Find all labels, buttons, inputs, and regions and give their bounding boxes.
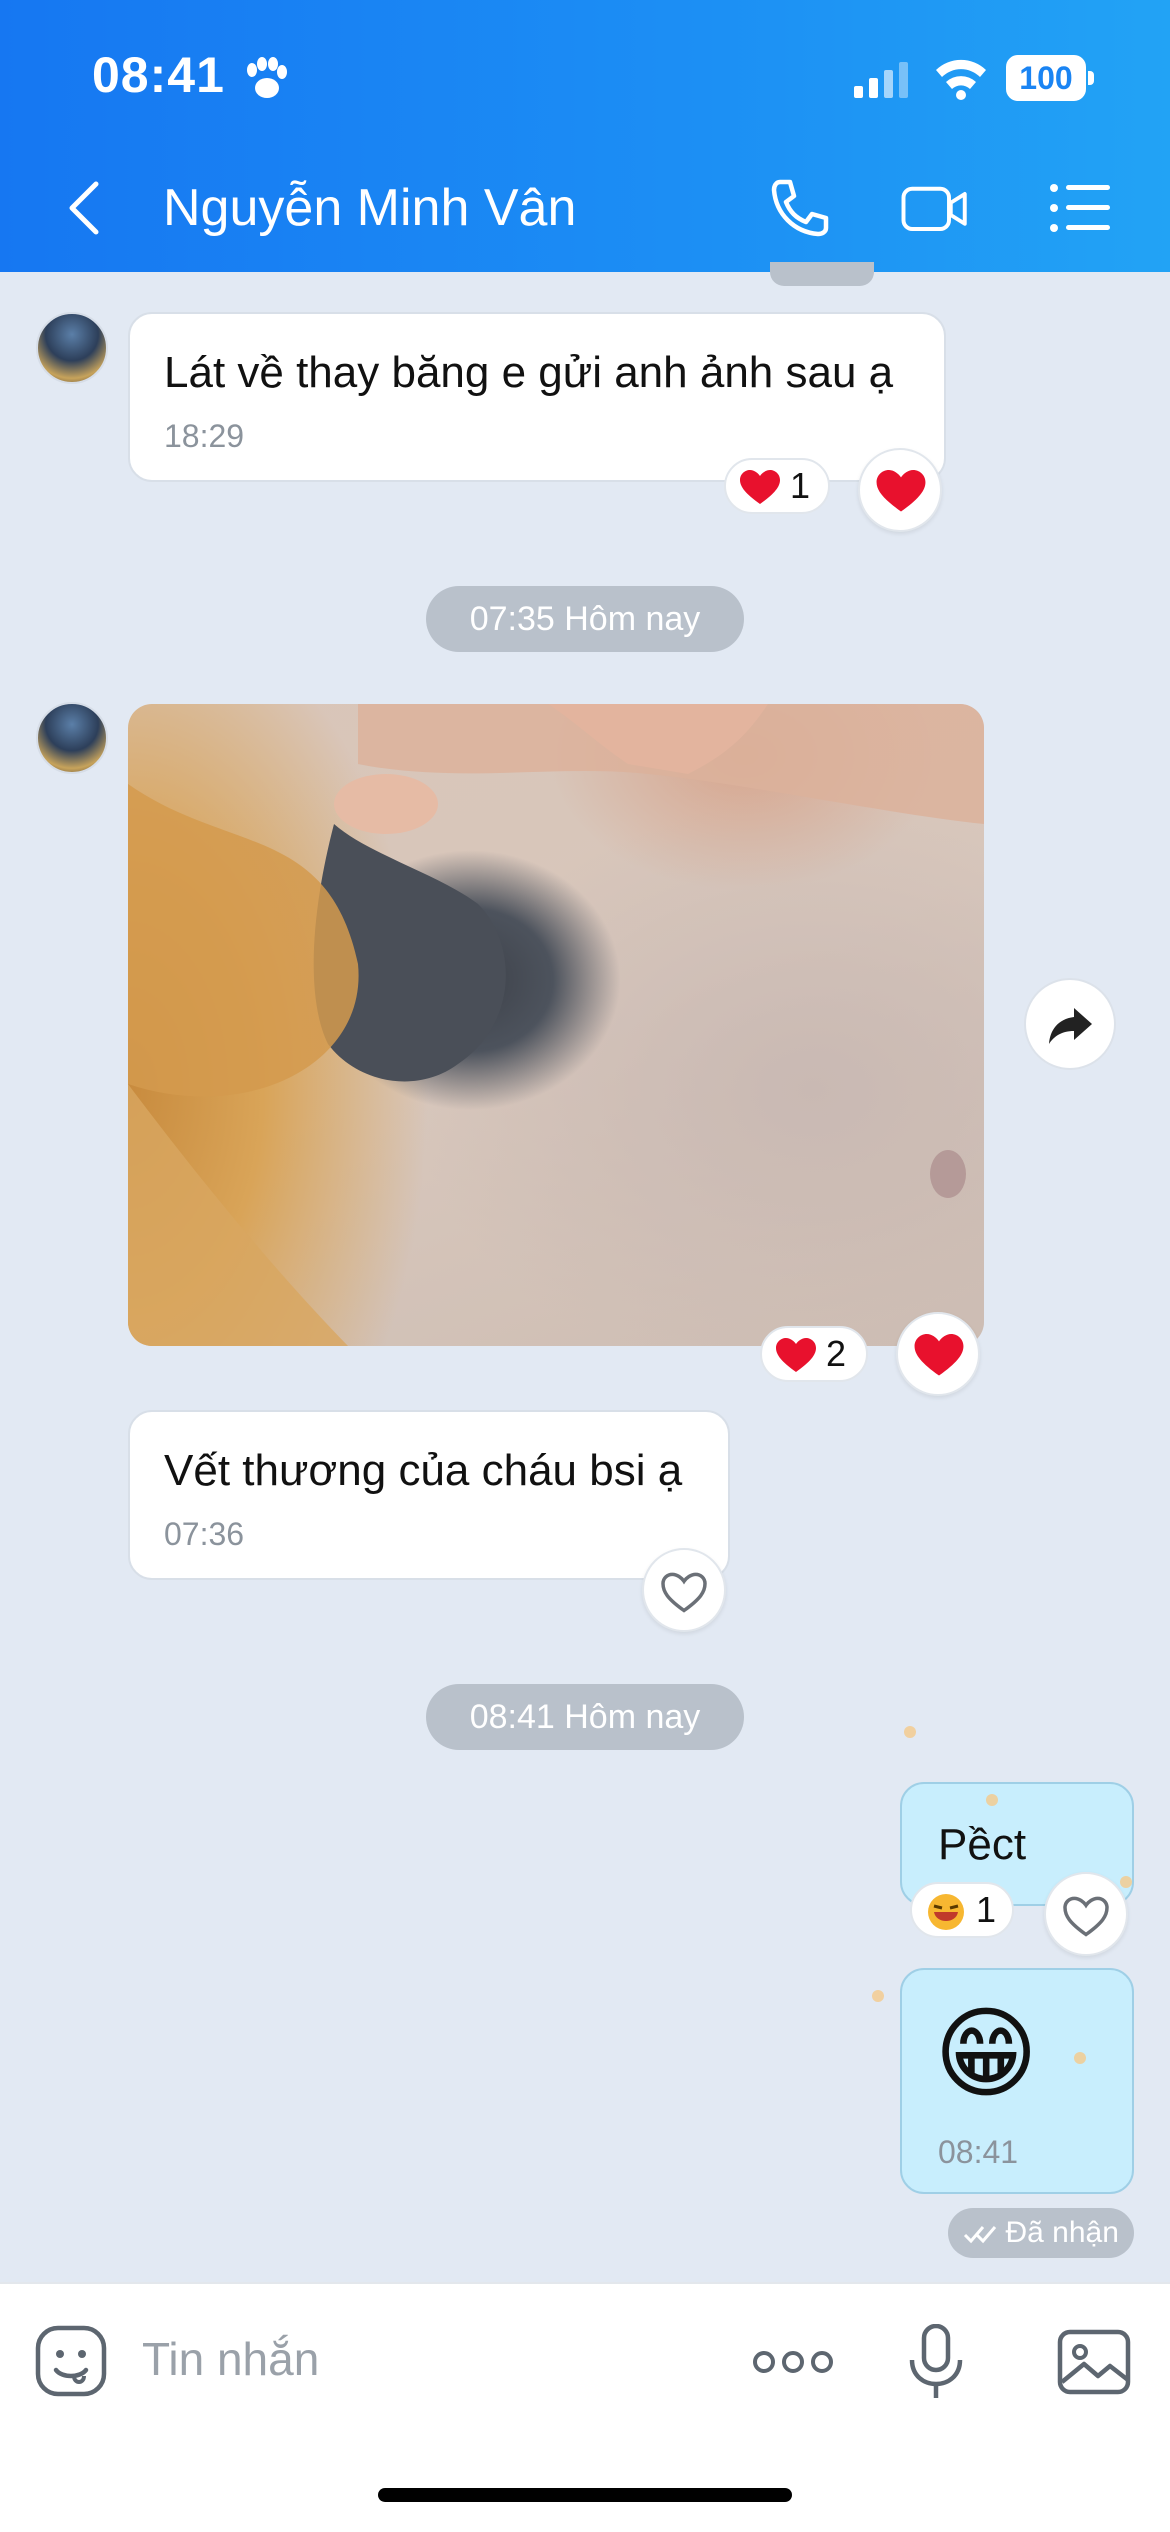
- confetti: [1074, 2052, 1086, 2064]
- react-button[interactable]: [858, 448, 942, 532]
- home-indicator[interactable]: [378, 2488, 792, 2502]
- paw-icon: [247, 57, 287, 98]
- delivery-status: Đã nhận: [948, 2208, 1134, 2258]
- back-icon[interactable]: [60, 178, 110, 238]
- heart-icon: [740, 470, 780, 505]
- delivery-status-label: Đã nhận: [1005, 2216, 1119, 2249]
- forward-arrow-icon: [1049, 1008, 1092, 1044]
- message-list[interactable]: Lát về thay băng e gửi anh ảnh sau ạ 18:…: [0, 262, 1170, 2282]
- message-text: Pềct: [938, 1820, 1027, 1869]
- emoji-message: 😁: [934, 1998, 1039, 2110]
- reaction-summary[interactable]: 1: [724, 458, 830, 514]
- contact-avatar[interactable]: [36, 702, 108, 774]
- time-pill-partial: [770, 262, 874, 286]
- message-bubble[interactable]: Vết thương của cháu bsi ạ 07:36: [128, 1410, 730, 1580]
- heart-icon: [914, 1334, 964, 1376]
- date-separator: 08:41 Hôm nay: [426, 1684, 744, 1750]
- microphone-icon[interactable]: [898, 2324, 974, 2400]
- reaction-summary[interactable]: 1: [910, 1882, 1014, 1938]
- message-time: 08:41: [938, 2134, 1019, 2170]
- image-gallery-icon[interactable]: [1056, 2324, 1132, 2400]
- share-button[interactable]: [1024, 978, 1116, 1070]
- react-button[interactable]: [896, 1312, 980, 1396]
- heart-icon: [876, 470, 926, 512]
- heart-outline-icon: [661, 1572, 707, 1613]
- video-call-icon[interactable]: [900, 176, 970, 240]
- message-input[interactable]: Tin nhắn: [142, 2332, 319, 2386]
- photo-message[interactable]: [128, 704, 984, 1346]
- message-bubble[interactable]: Lát về thay băng e gửi anh ảnh sau ạ 18:…: [128, 312, 946, 482]
- message-time: 07:36: [164, 1516, 245, 1552]
- reaction-count: 2: [826, 1333, 847, 1374]
- reaction-count: 1: [976, 1889, 997, 1930]
- menu-list-icon[interactable]: [1046, 176, 1116, 240]
- react-button[interactable]: [642, 1548, 726, 1632]
- confetti: [986, 1794, 998, 1806]
- battery-indicator: 100: [1006, 55, 1094, 101]
- message-time: 18:29: [164, 418, 245, 454]
- wifi-icon: [936, 59, 986, 100]
- heart-icon: [776, 1338, 816, 1373]
- confetti: [1120, 1876, 1132, 1888]
- message-text: Vết thương của cháu bsi ạ: [164, 1446, 683, 1495]
- contact-name[interactable]: Nguyễn Minh Vân: [163, 178, 576, 238]
- reaction-count: 1: [790, 465, 811, 506]
- date-separator: 07:35 Hôm nay: [426, 586, 744, 652]
- reaction-summary[interactable]: 2: [760, 1326, 868, 1382]
- react-button[interactable]: [1044, 1872, 1128, 1956]
- sticker-icon[interactable]: [34, 2324, 110, 2400]
- laughing-emoji-icon: [928, 1894, 964, 1931]
- cellular-signal-icon: [854, 62, 908, 98]
- phone-icon[interactable]: [764, 176, 834, 240]
- status-time: 08:41: [92, 47, 225, 103]
- double-check-icon: [964, 2226, 997, 2244]
- contact-avatar[interactable]: [36, 312, 108, 384]
- more-options-icon[interactable]: [750, 2324, 836, 2400]
- heart-outline-icon: [1063, 1896, 1109, 1937]
- my-message-bubble[interactable]: 😁 08:41: [900, 1968, 1134, 2194]
- confetti: [904, 1726, 916, 1738]
- chat-header: 08:41 100 Nguyễn Minh Vân: [0, 0, 1170, 272]
- message-text: Lát về thay băng e gửi anh ảnh sau ạ: [164, 348, 894, 397]
- confetti: [872, 1990, 884, 2002]
- wound-photo: [128, 704, 984, 1346]
